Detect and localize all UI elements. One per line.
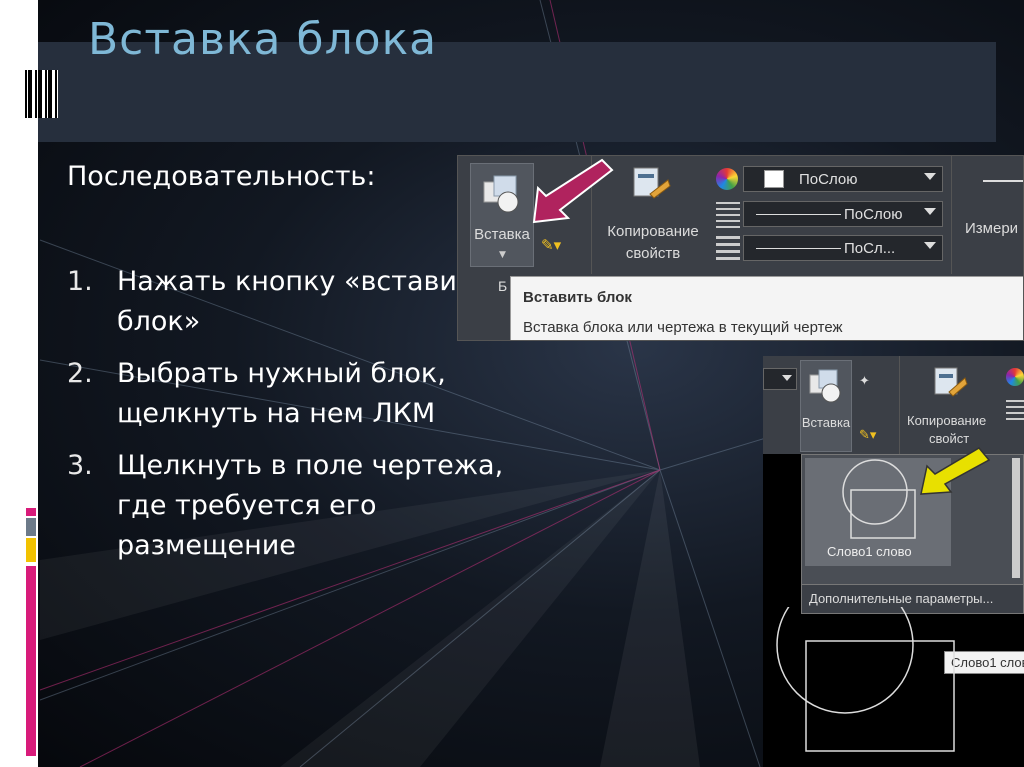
chevron-down-icon [782,375,792,381]
chevron-down-icon [924,208,936,215]
slide-title: Вставка блока [88,14,438,65]
combo-partial[interactable] [763,368,797,390]
pointer-arrow-yellow [920,447,991,495]
step-text: Щелкнуть в поле чертежа, где требуется е… [117,450,504,561]
step-number: 2. [67,358,93,389]
ribbon-strip: Вставка ✦ ✎▾ Копирование свойст [763,356,1024,454]
barcode-decoration [22,70,58,118]
accent-swatch-pink [26,508,36,516]
more-options-label: Дополнительные параметры... [809,591,994,606]
ribbon-screenshot: Вставка ▼ Б ✦ ✎▾ Копирование свойств ПоС… [457,155,1024,341]
pointer-arrow-magenta [532,158,614,224]
chevron-down-icon [924,173,936,180]
intro-text: Последовательность: [67,161,376,192]
linetype-icon [1006,400,1024,422]
insert-button-label: Вставка [801,415,851,430]
step-text: Нажать кнопку «вставить блок» [117,266,489,337]
attribute-icon[interactable]: ✎▾ [541,236,561,254]
color-wheel-icon [716,168,738,190]
tooltip-description: Вставка блока или чертежа в текущий черт… [523,319,843,336]
insert-block-button[interactable]: Вставка [800,360,852,452]
step-number: 3. [67,450,93,481]
measure-button[interactable]: Измери [965,220,1018,237]
list-item: 2. Выбрать нужный блок, щелкнуть на нем Л… [67,354,527,434]
block-gallery-screenshot: Вставка ✦ ✎▾ Копирование свойст Слово1 с… [763,356,1024,767]
color-combo[interactable]: ПоСлою [743,166,943,192]
accent-swatch-yellow [26,538,36,562]
lineweight-icon [716,236,740,262]
match-properties-label1: Копирование [907,413,987,428]
tooltip-title: Вставить блок [523,289,632,306]
color-combo-value: ПоСлою [799,171,858,188]
color-wheel-icon [1006,368,1024,386]
insert-block-icon [809,369,841,403]
step-text: Выбрать нужный блок, щелкнуть на нем ЛКМ [117,358,446,429]
lineweight-combo[interactable]: ПоСл... [743,235,943,261]
linetype-combo-value: ПоСлою [844,206,903,223]
attribute-icon[interactable]: ✎▾ [859,428,876,443]
block-edit-icon[interactable]: ✦ [859,374,870,389]
accent-bar-pink [26,566,36,756]
panel-label: Б [498,278,508,294]
slide: Вставка блока Последовательность: 1. Нажа… [0,0,1024,767]
match-properties-label2: свойств [625,245,681,262]
drawing-canvas[interactable] [763,607,1024,767]
match-properties-icon [934,367,968,397]
match-properties-icon [633,167,671,199]
lineweight-combo-value: ПоСл... [844,240,896,257]
block-thumbnail-caption: Слово1 слово [827,544,912,559]
chevron-down-icon: ▼ [499,250,506,260]
list-item: 3. Щелкнуть в поле чертежа, где требуется… [67,446,527,566]
linetype-icon [716,202,740,228]
chevron-down-icon [924,242,936,249]
measure-icon [983,180,1023,182]
gallery-scrollbar[interactable] [1012,458,1020,578]
step-number: 1. [67,266,93,297]
accent-swatch-gray [26,518,36,536]
color-swatch [764,170,784,188]
match-properties-button[interactable]: Копирование свойст [907,412,986,448]
linetype-combo[interactable]: ПоСлою [743,201,943,227]
insert-block-tooltip: Вставить блок Вставка блока или чертежа … [510,276,1023,340]
